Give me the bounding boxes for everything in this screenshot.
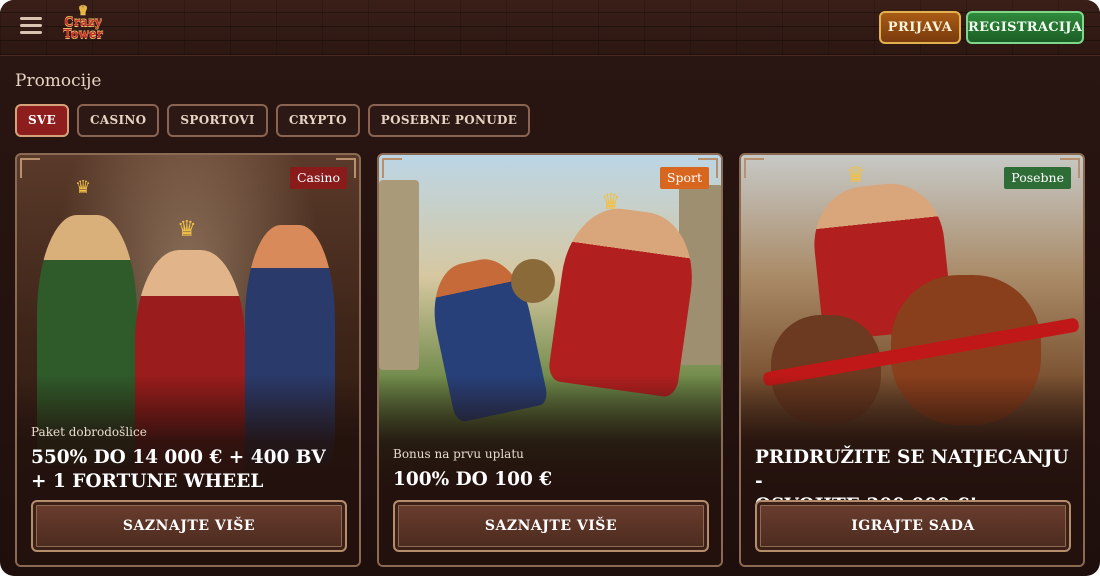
logo-text-line2: Tower bbox=[63, 27, 103, 41]
app-frame: ♛ Crazy Tower PRIJAVA REGISTRACIJA Promo… bbox=[0, 0, 1100, 576]
category-badge: Sport bbox=[659, 167, 709, 189]
promo-headline-line2: + 1 FORTUNE WHEEL bbox=[31, 471, 264, 492]
promo-headline: 550% DO 14 000 € + 400 BV + 1 FORTUNE WH… bbox=[31, 446, 345, 494]
filter-special-offers[interactable]: POSEBNE PONUDE bbox=[367, 104, 531, 137]
promo-headline-line1: 100% DO 100 € bbox=[393, 469, 553, 490]
category-badge: Casino bbox=[289, 167, 347, 189]
category-badge: Posebne bbox=[1004, 167, 1071, 189]
promo-filter-bar: SVE CASINO SPORTOVI CRYPTO POSEBNE PONUD… bbox=[15, 104, 531, 137]
promo-card-casino[interactable]: ♛ ♛ Casino Paket dobrodošlice 550% DO 14… bbox=[15, 153, 361, 567]
filter-crypto[interactable]: CRYPTO bbox=[275, 104, 360, 137]
promo-subtitle: Paket dobrodošlice bbox=[31, 425, 147, 439]
crazy-tower-logo[interactable]: ♛ Crazy Tower bbox=[58, 5, 108, 46]
crown-icon: ♛ bbox=[177, 217, 197, 242]
learn-more-button[interactable]: SAZNAJTE VIŠE bbox=[393, 500, 709, 552]
register-button[interactable]: REGISTRACIJA bbox=[966, 11, 1084, 44]
filter-casino[interactable]: CASINO bbox=[77, 104, 160, 137]
filter-sports[interactable]: SPORTOVI bbox=[167, 104, 268, 137]
promo-card-special[interactable]: ♛ Posebne PRIDRUŽITE SE NATJECANJU - OSV… bbox=[739, 153, 1085, 567]
promo-headline-line1: 550% DO 14 000 € + 400 BV bbox=[31, 447, 326, 468]
learn-more-button[interactable]: SAZNAJTE VIŠE bbox=[31, 500, 347, 552]
login-button[interactable]: PRIJAVA bbox=[879, 11, 961, 44]
crown-icon: ♛ bbox=[601, 190, 621, 215]
top-header: ♛ Crazy Tower PRIJAVA REGISTRACIJA bbox=[0, 0, 1100, 56]
football-ball bbox=[511, 259, 555, 303]
promo-subtitle: Bonus na prvu uplatu bbox=[393, 447, 524, 461]
filter-all[interactable]: SVE bbox=[15, 104, 70, 137]
page-title: Promocije bbox=[15, 71, 102, 91]
play-now-button[interactable]: IGRAJTE SADA bbox=[755, 500, 1071, 552]
promo-card-sport[interactable]: ♛ Sport Bonus na prvu uplatu 100% DO 100… bbox=[377, 153, 723, 567]
promo-headline: 100% DO 100 € bbox=[393, 468, 707, 492]
crown-icon: ♛ bbox=[75, 177, 92, 198]
promo-headline-line1: PRIDRUŽITE SE NATJECANJU - bbox=[755, 447, 1069, 492]
crown-icon: ♛ bbox=[846, 163, 866, 188]
hamburger-menu-icon[interactable] bbox=[20, 17, 42, 37]
